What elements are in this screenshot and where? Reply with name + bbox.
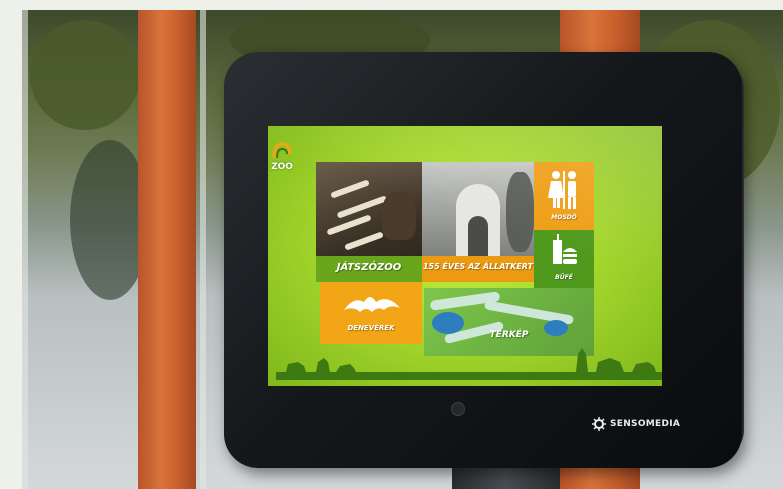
brand-label: SENSOMEDIA	[610, 419, 681, 429]
tapir-stripe	[326, 214, 372, 236]
foliage-left	[30, 20, 140, 130]
zoo-logo-icon	[272, 142, 292, 159]
burger-drink-icon	[553, 234, 577, 264]
tapir-stripe	[344, 231, 384, 251]
tile-restroom-label: MOSDÓ	[551, 214, 577, 221]
tile-buffet-label: BÜFÉ	[555, 274, 573, 281]
gear-icon	[592, 417, 606, 431]
tile-playground[interactable]: JÁTSZÓZOO	[316, 162, 422, 282]
restroom-icon	[548, 171, 576, 209]
tile-playground-label: JÁTSZÓZOO	[336, 262, 402, 273]
home-button[interactable]	[451, 402, 465, 416]
tile-buffet[interactable]: BÜFÉ	[534, 230, 594, 288]
tapir-head	[382, 192, 416, 240]
zoo-logo[interactable]: ZOO	[271, 140, 293, 178]
tile-map-label: TÉRKÉP	[489, 330, 529, 340]
tile-history[interactable]: 155 ÉVES AZ ÁLLATKERT	[422, 162, 534, 282]
tile-bats-label: DENEVÉREK	[347, 324, 395, 332]
tile-bats[interactable]: DENEVÉREK	[320, 282, 422, 344]
tile-history-label: 155 ÉVES AZ ÁLLATKERT	[422, 262, 534, 271]
zoo-logo-text: ZOO	[271, 162, 293, 172]
historic-gate-arch	[468, 216, 488, 256]
tile-history-band: 155 ÉVES AZ ÁLLATKERT	[422, 256, 534, 282]
animal-silhouettes	[276, 348, 662, 380]
kiosk-brand: SENSOMEDIA	[592, 414, 680, 434]
glass-frame-mid	[200, 10, 206, 489]
tapir-stripe	[330, 179, 370, 199]
photo-scene: ZOO JÁTSZÓZOO 155 ÉVES AZ ÁLLATKERT MOSD…	[0, 0, 783, 489]
historic-tree	[506, 172, 534, 252]
tile-restroom[interactable]: MOSDÓ	[534, 162, 594, 230]
tapir-stripe	[336, 195, 388, 219]
glass-frame-left	[22, 10, 28, 489]
orange-pillar-left	[138, 10, 196, 489]
tile-playground-band: JÁTSZÓZOO	[316, 256, 422, 282]
bat-icon	[344, 297, 400, 312]
